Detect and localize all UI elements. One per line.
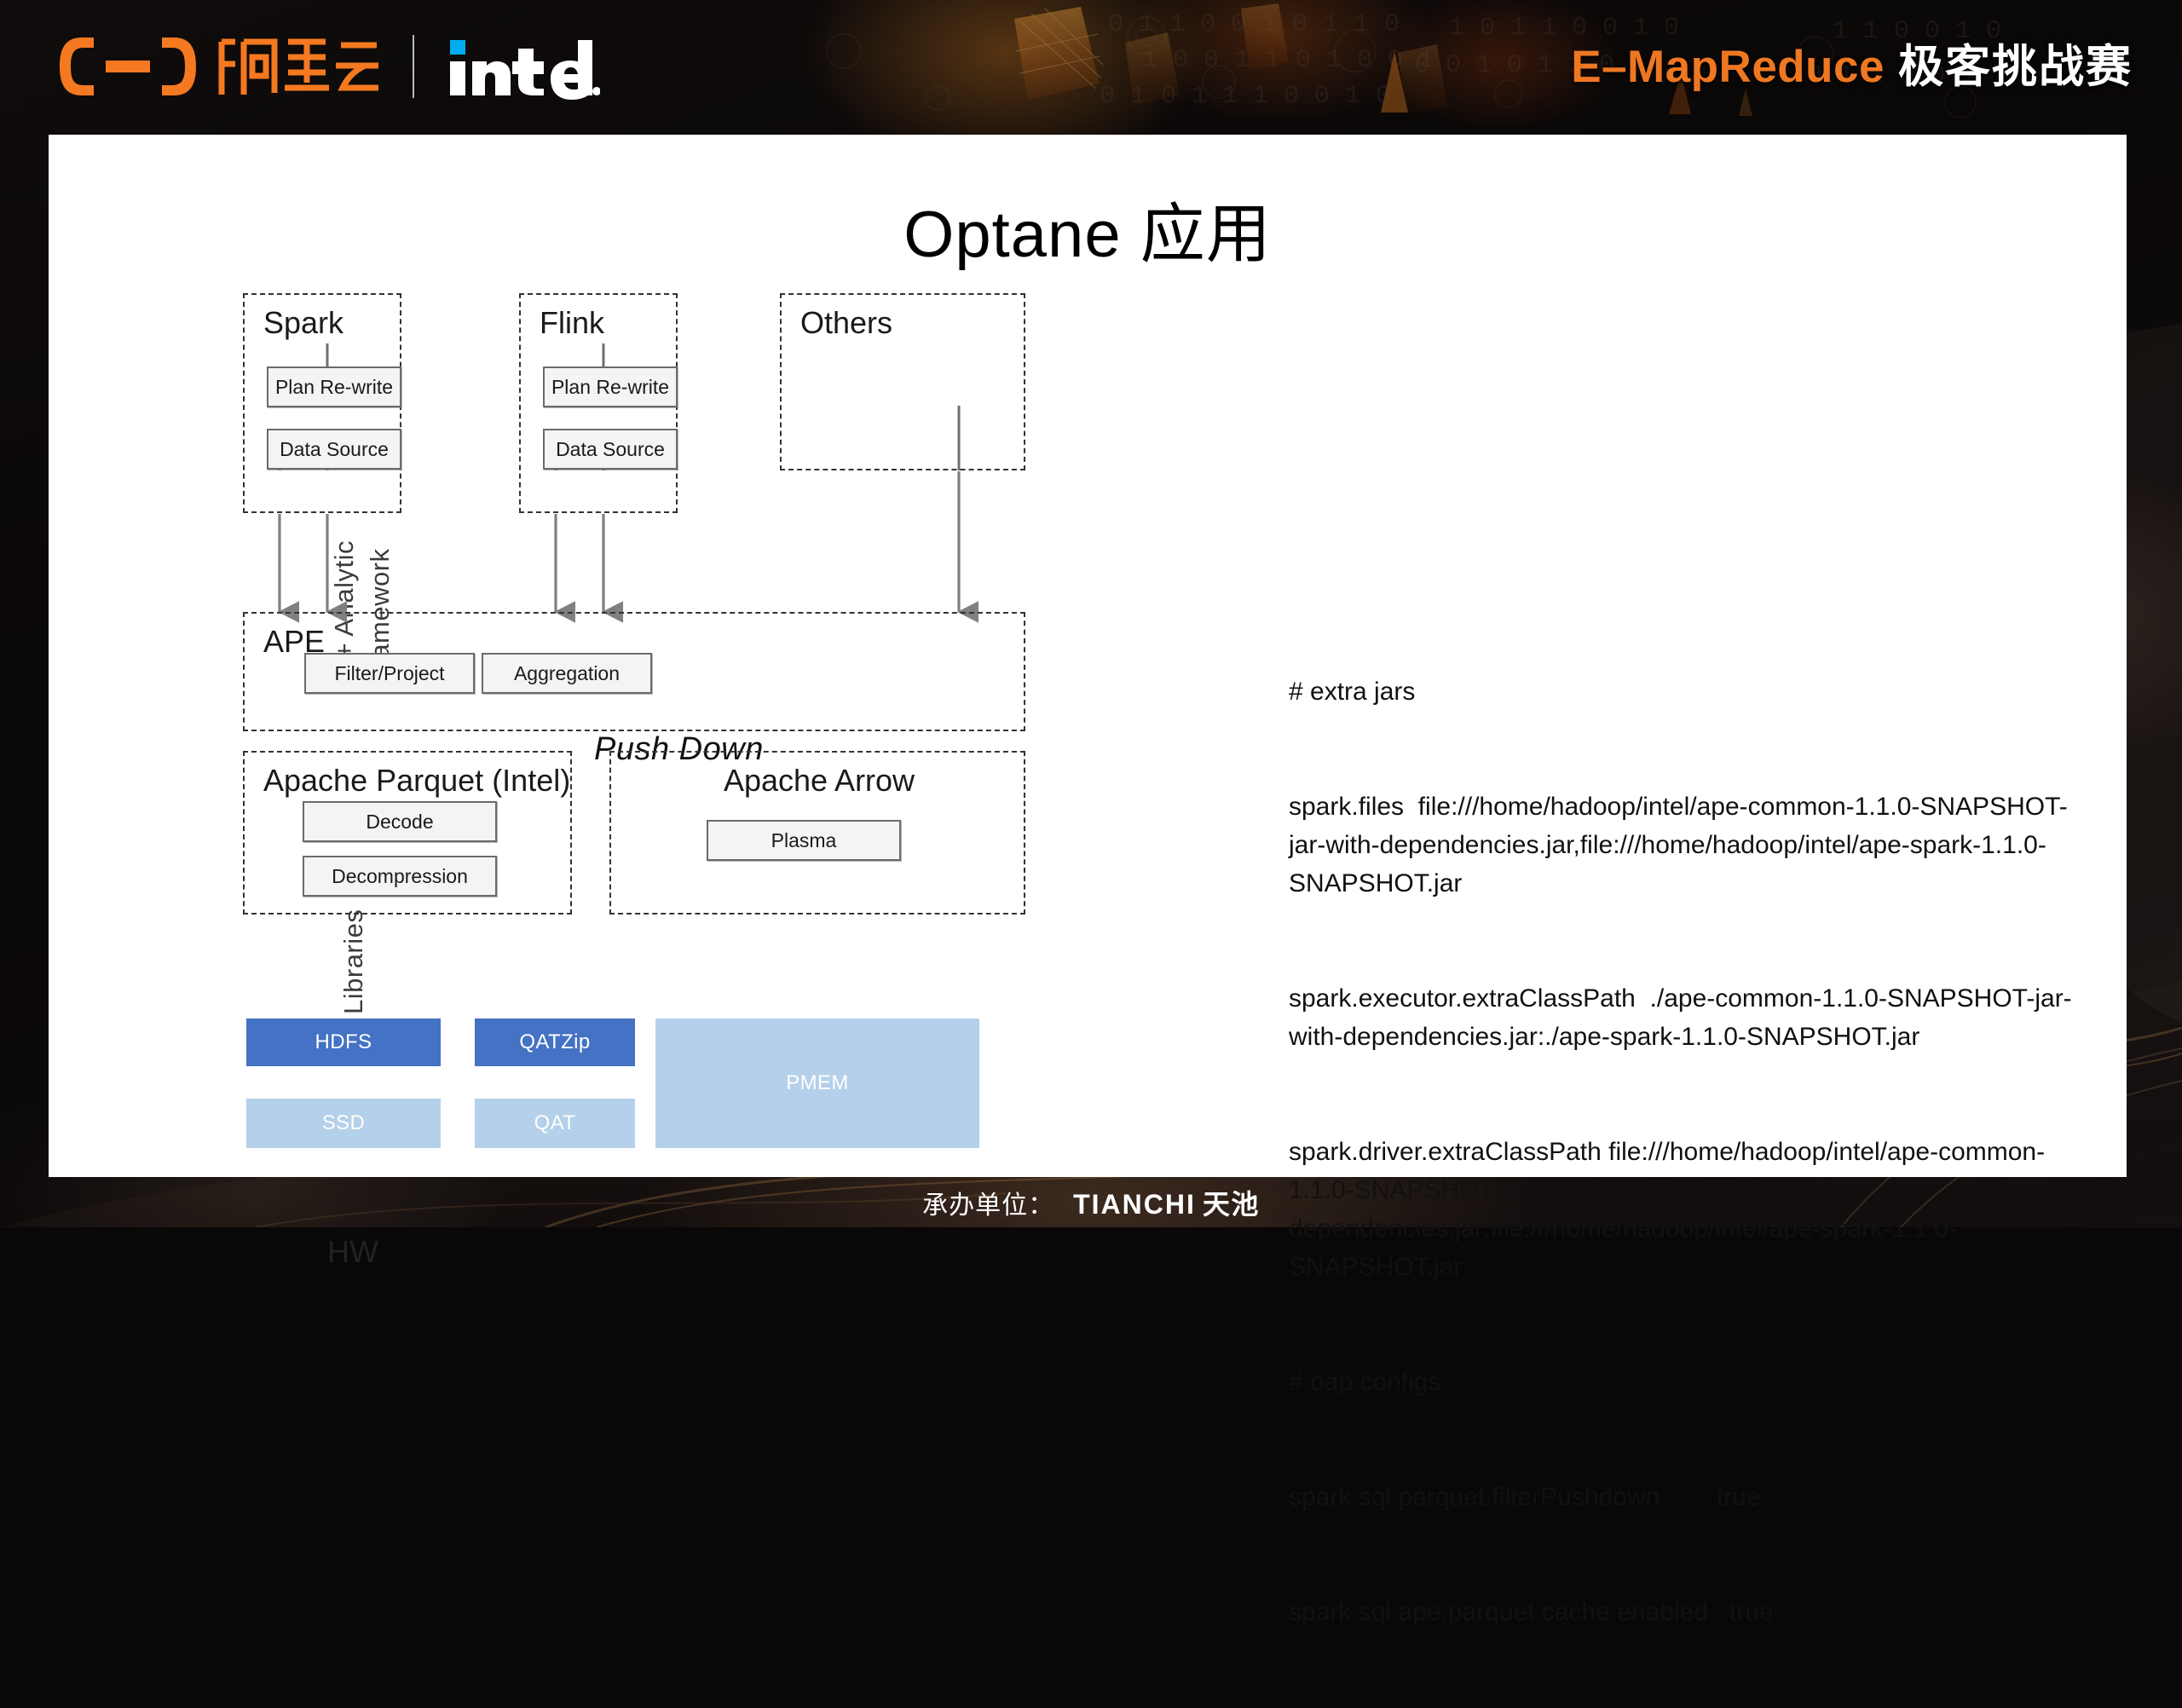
intel-logo — [450, 40, 600, 100]
slide-title: Optane 应用 — [903, 199, 1272, 271]
config-line-5: spark.sql.parquet.filterPushdown true — [1289, 1483, 1761, 1511]
parquet-decompression-box[interactable]: Decompression — [303, 856, 497, 897]
hw-box-qat[interactable]: QAT — [475, 1099, 635, 1148]
logo-group — [53, 32, 600, 101]
page-footer: 承办单位： TIANCHI 天池 — [0, 1177, 2182, 1227]
alibaba-cloud-logo — [53, 32, 382, 101]
hw-box-ssd[interactable]: SSD — [246, 1099, 441, 1148]
config-line-2: spark.executor.extraClassPath ./ape-comm… — [1289, 984, 2072, 1051]
config-line-4: # oap configs — [1289, 1368, 1441, 1396]
slide-panel: Optane 应用 AI + Analytic Framework Librar… — [49, 135, 2127, 1626]
config-line-0: # extra jars — [1289, 678, 1416, 706]
tianchi-brand-cn: 天池 — [1202, 1188, 1260, 1220]
hw-box-pmem[interactable]: PMEM — [655, 1018, 979, 1148]
library-label-parquet: Apache Parquet (Intel) — [263, 763, 571, 798]
spark-config-text: # extra jars spark.files file:///home/ha… — [1289, 596, 2073, 1708]
tianchi-brand-en: TIANCHI — [1073, 1188, 1196, 1220]
framework-label-flink: Flink — [540, 305, 605, 340]
config-line-6: spark.sql.ape.parquet.cache.enabled true — [1289, 1598, 1774, 1626]
flink-plan-rewrite-box[interactable]: Plan Re-write — [543, 366, 678, 407]
arrow-plasma-box[interactable]: Plasma — [707, 820, 901, 861]
event-title: E–MapReduce 极客挑战赛 — [1571, 31, 2133, 95]
layer-label-hw: HW — [327, 1234, 378, 1269]
framework-box-others: Others — [780, 293, 1025, 470]
event-title-en: E–MapReduce — [1571, 42, 1885, 92]
spark-plan-rewrite-box[interactable]: Plan Re-write — [267, 366, 401, 407]
config-line-1: spark.files file:///home/hadoop/intel/ap… — [1289, 793, 2068, 897]
organizer-label: 承办单位： — [922, 1191, 1055, 1220]
alibaba-cloud-mark-icon — [60, 38, 196, 95]
spark-data-source-box[interactable]: Data Source — [267, 429, 401, 470]
tianchi-brand: TIANCHI 天池 — [1073, 1183, 1260, 1222]
ape-aggregation-box[interactable]: Aggregation — [482, 653, 652, 694]
framework-label-others: Others — [800, 305, 893, 340]
page-header: E–MapReduce 极客挑战赛 — [0, 0, 2182, 135]
alibaba-cloud-wordmark-cn — [218, 38, 378, 95]
flink-data-source-box[interactable]: Data Source — [543, 429, 678, 470]
event-title-cn: 极客挑战赛 — [1898, 42, 2133, 92]
framework-label-spark: Spark — [263, 305, 344, 340]
hw-box-hdfs[interactable]: HDFS — [246, 1018, 441, 1066]
library-label-arrow: Apache Arrow — [723, 763, 915, 798]
logo-divider — [413, 35, 414, 98]
parquet-decode-box[interactable]: Decode — [303, 801, 497, 842]
ape-filter-project-box[interactable]: Filter/Project — [304, 653, 475, 694]
hw-box-qatzip[interactable]: QATZip — [475, 1018, 635, 1066]
